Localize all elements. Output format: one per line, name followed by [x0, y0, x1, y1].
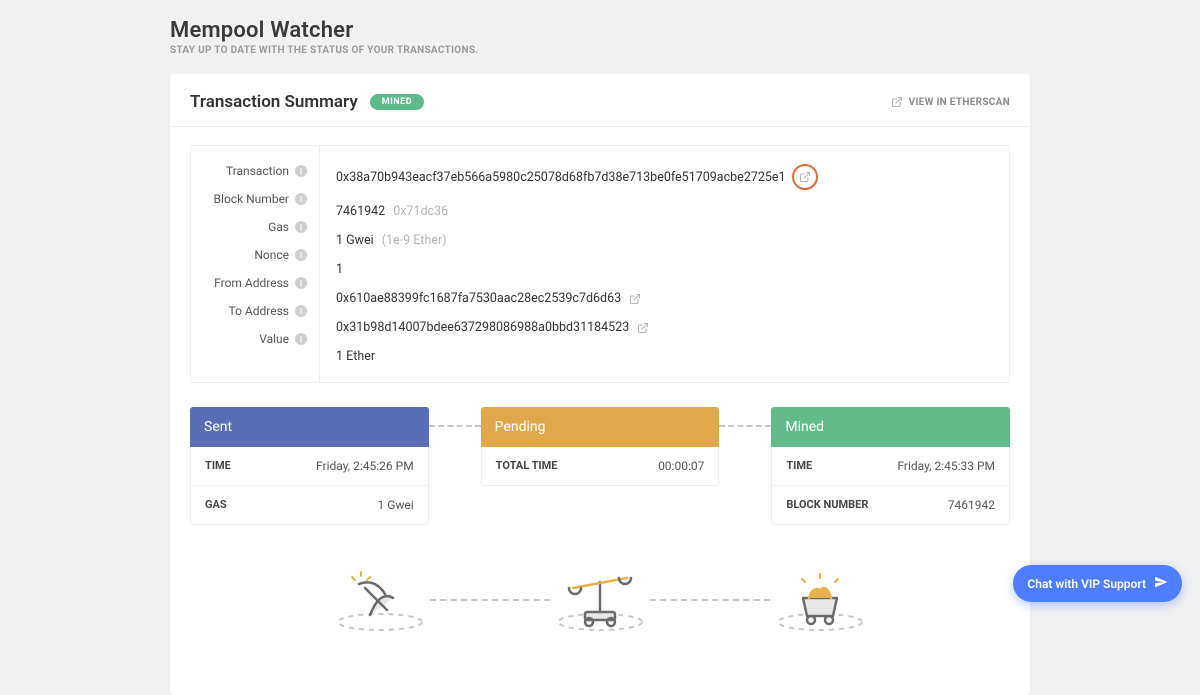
card-title: Transaction Summary: [190, 92, 358, 112]
stage-sent-title: Sent: [190, 407, 429, 447]
stage-row-label: TOTAL TIME: [496, 459, 558, 473]
value-from-address: 0x610ae88399fc1687fa7530aac28ec2539c7d6d…: [336, 291, 621, 306]
value-gas: 1 Gwei: [336, 233, 374, 248]
stage-connector: [719, 425, 771, 427]
stage-row-label: BLOCK NUMBER: [786, 498, 868, 512]
label-nonce: Nonce: [254, 248, 289, 262]
paper-plane-icon: [1154, 575, 1168, 592]
stage-pending-title: Pending: [481, 407, 720, 447]
info-icon[interactable]: i: [295, 305, 307, 317]
view-in-etherscan-label: VIEW IN ETHERSCAN: [909, 97, 1010, 108]
label-transaction: Transaction: [226, 164, 289, 178]
value-block-number: 7461942: [336, 204, 385, 219]
value-gas-suffix: (1e-9 Ether): [382, 233, 447, 248]
stage-pending: Pending TOTAL TIME 00:00:07: [481, 407, 720, 486]
chat-support-button[interactable]: Chat with VIP Support: [1013, 565, 1182, 602]
label-to-address: To Address: [229, 304, 289, 318]
view-in-etherscan-link[interactable]: VIEW IN ETHERSCAN: [891, 96, 1010, 108]
value-nonce: 1: [336, 262, 343, 277]
illustration-connector: [430, 599, 550, 601]
external-link-icon[interactable]: [629, 293, 641, 305]
summary-table: Transactioni Block Numberi Gasi Noncei F…: [190, 145, 1010, 383]
highlight-circle: [792, 164, 818, 190]
illustration-row: [190, 565, 1010, 635]
value-block-number-hex: 0x71dc36: [393, 204, 448, 219]
app-title: Mempool Watcher: [170, 18, 1030, 43]
label-value: Value: [259, 332, 289, 346]
transaction-card: Transaction Summary MINED VIEW IN ETHERS…: [170, 74, 1030, 695]
illustration-connector: [650, 599, 770, 601]
label-gas: Gas: [268, 220, 289, 234]
value-value: 1 Ether: [336, 349, 375, 364]
page-header: Mempool Watcher STAY UP TO DATE WITH THE…: [170, 0, 1030, 74]
pickaxe-icon: [330, 570, 430, 630]
stage-mined-title: Mined: [771, 407, 1010, 447]
stage-row-value: Friday, 2:45:33 PM: [897, 459, 995, 473]
info-icon[interactable]: i: [295, 165, 307, 177]
app-subtitle: STAY UP TO DATE WITH THE STATUS OF YOUR …: [170, 45, 1030, 56]
stage-connector: [429, 425, 481, 427]
external-link-icon[interactable]: [637, 322, 649, 334]
external-link-icon[interactable]: [799, 171, 811, 183]
stage-row-label: GAS: [205, 498, 227, 512]
stage-row-label: TIME: [205, 459, 231, 473]
info-icon[interactable]: i: [295, 277, 307, 289]
stage-row-label: TIME: [786, 459, 812, 473]
info-icon[interactable]: i: [295, 193, 307, 205]
info-icon[interactable]: i: [295, 221, 307, 233]
stage-sent: Sent TIME Friday, 2:45:26 PM GAS 1 Gwei: [190, 407, 429, 525]
stage-mined: Mined TIME Friday, 2:45:33 PM BLOCK NUMBE…: [771, 407, 1010, 525]
chat-support-label: Chat with VIP Support: [1027, 577, 1146, 591]
value-transaction-hash: 0x38a70b943eacf37eb566a5980c25078d68fb7d…: [336, 170, 786, 185]
stage-row-value: 00:00:07: [658, 459, 704, 473]
external-link-icon: [891, 96, 903, 108]
stage-row-value: Friday, 2:45:26 PM: [316, 459, 414, 473]
label-block-number: Block Number: [214, 192, 289, 206]
info-icon[interactable]: i: [295, 249, 307, 261]
status-timeline: Sent TIME Friday, 2:45:26 PM GAS 1 Gwei Pe…: [190, 407, 1010, 525]
stage-row-value: 7461942: [948, 498, 995, 512]
mine-cart-icon: [770, 570, 870, 630]
scale-icon: [550, 570, 650, 630]
info-icon[interactable]: i: [295, 333, 307, 345]
value-to-address: 0x31b98d14007bdee637298086988a0bbd311845…: [336, 320, 629, 335]
status-badge: MINED: [370, 94, 424, 110]
stage-row-value: 1 Gwei: [377, 498, 413, 512]
label-from-address: From Address: [214, 276, 289, 290]
